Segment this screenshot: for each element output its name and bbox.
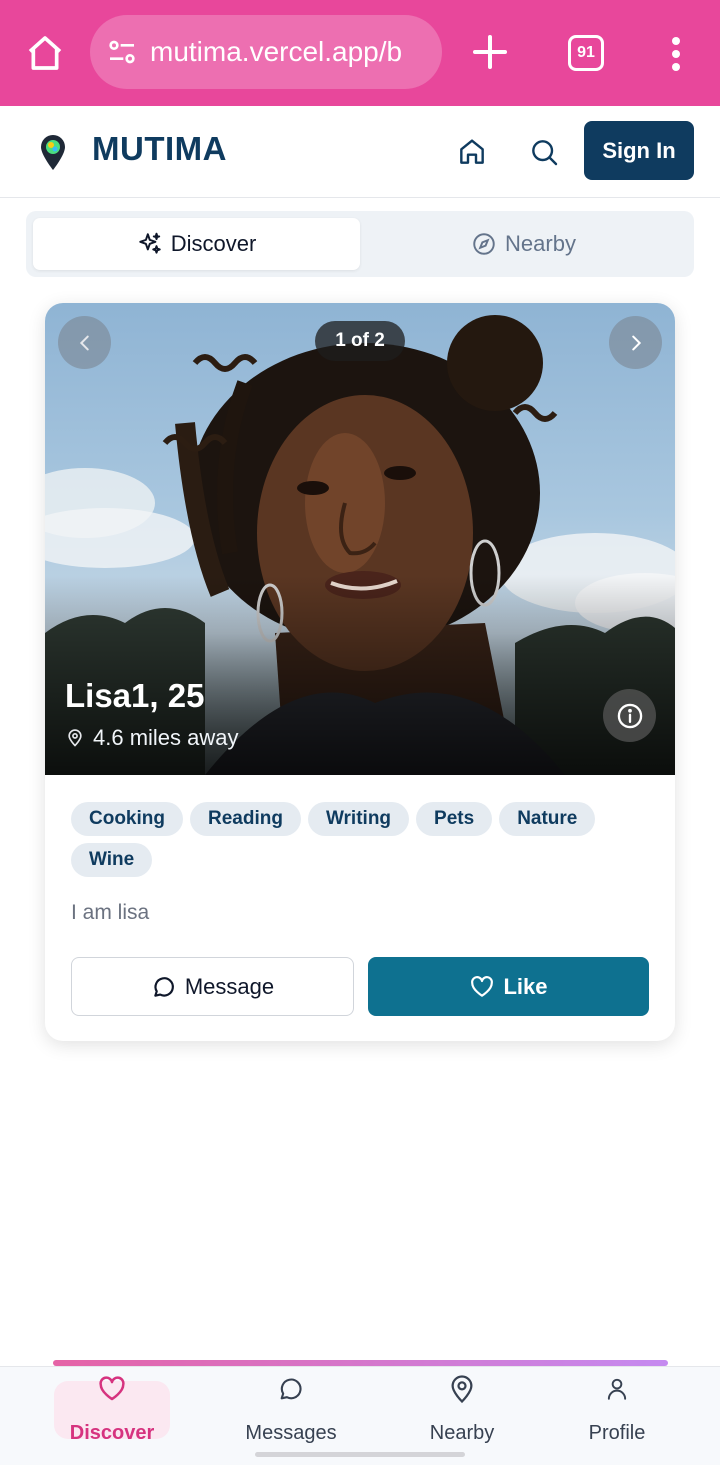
tab-discover-label: Discover	[170, 231, 257, 256]
map-pin-icon	[451, 1375, 473, 1404]
nav-profile[interactable]: Profile	[572, 1367, 662, 1465]
gesture-home-indicator	[255, 1452, 465, 1457]
interest-tag: Reading	[190, 802, 301, 836]
profile-distance: 4.6 miles away	[65, 725, 239, 751]
info-icon	[617, 703, 642, 728]
interest-tag: Nature	[499, 802, 596, 836]
bottom-navigation: Discover Messages Nearby Profile	[0, 1366, 720, 1465]
photo-counter: 1 of 2	[315, 321, 405, 361]
chevron-right-icon	[631, 335, 641, 350]
site-settings-icon[interactable]	[106, 36, 138, 68]
nav-messages[interactable]: Messages	[231, 1367, 351, 1465]
chevron-left-icon	[79, 335, 89, 350]
next-photo-button[interactable]	[609, 316, 662, 369]
nav-nearby-label: Nearby	[429, 1422, 495, 1444]
message-button-label: Message	[184, 973, 275, 999]
interest-tag: Cooking	[71, 802, 183, 836]
sparkles-icon	[138, 232, 161, 254]
profile-name-age: Lisa1, 25	[65, 677, 205, 714]
browser-home-icon[interactable]	[22, 30, 68, 76]
browser-menu-icon[interactable]	[664, 34, 688, 74]
sign-in-button[interactable]: Sign In	[584, 121, 694, 180]
brand-name[interactable]: MUTIMA	[92, 130, 227, 168]
discover-nearby-tabs: Discover Nearby	[26, 211, 694, 277]
interest-tag: Wine	[71, 843, 153, 877]
tab-nearby[interactable]: Nearby	[360, 218, 687, 270]
compass-icon	[473, 233, 495, 255]
interest-tag: Pets	[416, 802, 493, 836]
search-icon[interactable]	[528, 136, 560, 168]
tab-discover[interactable]: Discover	[33, 218, 360, 270]
chat-icon	[280, 1378, 302, 1400]
previous-photo-button[interactable]	[58, 316, 111, 369]
app-header: MUTIMA Sign In	[0, 106, 720, 198]
url-text: mutima.vercel.app/b	[150, 36, 403, 67]
browser-toolbar: mutima.vercel.app/b 91	[0, 0, 720, 106]
heart-icon	[471, 975, 494, 997]
tab-nearby-label: Nearby	[505, 231, 576, 256]
home-icon[interactable]	[456, 136, 488, 168]
nav-profile-label: Profile	[588, 1422, 646, 1444]
profile-info-button[interactable]	[603, 689, 656, 742]
like-button[interactable]: Like	[368, 957, 649, 1016]
logo-pin-icon	[38, 133, 68, 171]
profile-photo[interactable]: 1 of 2 Lisa1, 25 4.6 miles away	[45, 303, 675, 775]
distance-text: 4.6 miles away	[93, 725, 239, 750]
nav-nearby[interactable]: Nearby	[412, 1367, 512, 1465]
profile-bio: I am lisa	[71, 901, 150, 924]
message-button[interactable]: Message	[71, 957, 354, 1016]
like-button-label: Like	[503, 973, 548, 999]
nav-discover-label: Discover	[69, 1422, 155, 1444]
nav-messages-label: Messages	[245, 1422, 337, 1444]
heart-icon	[99, 1376, 125, 1401]
user-icon	[607, 1378, 627, 1400]
new-tab-icon[interactable]	[470, 32, 510, 72]
interest-tag: Writing	[307, 802, 410, 836]
interest-tags: Cooking Reading Writing Pets Nature Wine	[71, 802, 651, 877]
profile-card: 1 of 2 Lisa1, 25 4.6 miles away Cooking …	[45, 303, 675, 1041]
location-pin-icon	[68, 729, 82, 747]
tab-switcher-button[interactable]: 91	[568, 35, 604, 71]
address-bar[interactable]: mutima.vercel.app/b	[90, 15, 442, 89]
chat-icon	[154, 976, 174, 997]
nav-discover[interactable]: Discover	[54, 1367, 170, 1465]
